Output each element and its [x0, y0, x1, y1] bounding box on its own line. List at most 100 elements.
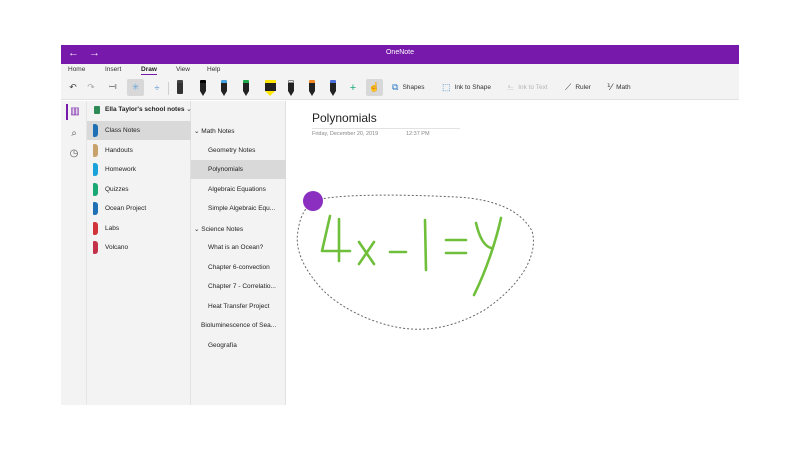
pen-light-blue[interactable] [220, 80, 228, 96]
ruler-icon: ⟋ [565, 82, 572, 92]
select-text-icon: ꟷI [109, 84, 117, 91]
section-color-tab [93, 202, 98, 215]
select-text-button[interactable]: ꟷI [105, 79, 121, 96]
page-item[interactable]: What is an Ocean? [191, 238, 286, 257]
page-label: Chapter 7 - Correlatio... [208, 283, 276, 290]
section-color-tab [93, 143, 98, 157]
note-canvas[interactable]: Polynomials Friday, December 20, 2019 12… [286, 101, 739, 405]
menu-draw[interactable]: Draw [141, 66, 157, 75]
ink-letter-y-1 [474, 221, 493, 250]
page-item[interactable]: Heat Transfer Project [191, 297, 286, 316]
section-color-tab [93, 182, 98, 196]
redo-button[interactable]: ↷ [85, 79, 97, 96]
ruler-button[interactable]: ⟋ Ruler [565, 79, 591, 96]
menu-bar: Home Insert Draw View Help [61, 64, 739, 76]
ink-to-shape-icon: ⬚ [442, 82, 451, 92]
menu-view[interactable]: View [176, 66, 190, 73]
ink-to-text-button[interactable]: ⎁ Ink to Text [507, 79, 548, 96]
page-label: Polynomials [208, 166, 244, 173]
redo-icon: ↷ [87, 82, 95, 92]
page-label: Heat Transfer Project [208, 302, 270, 310]
section-item[interactable]: Handouts [87, 141, 191, 160]
pen-orange[interactable] [308, 80, 316, 96]
undo-button[interactable]: ↶ [67, 79, 79, 96]
page-label: What is an Ocean? [208, 244, 264, 251]
section-item[interactable]: Class Notes [87, 121, 191, 140]
recent-clock-icon[interactable]: ◷ [66, 146, 82, 162]
add-space-button[interactable]: ÷ [150, 79, 164, 96]
page-item[interactable]: Bioluminescence of Sea... [191, 316, 286, 335]
ink-to-shape-button[interactable]: ⬚ Ink to Shape [442, 79, 491, 96]
highlighter-yellow[interactable] [264, 80, 278, 96]
page-label: Algebraic Equations [208, 185, 266, 193]
notebook-name: Ella Taylor's school notes [105, 106, 185, 113]
section-label: Volcano [105, 244, 129, 251]
page-label: Bioluminescence of Sea... [201, 322, 277, 329]
ink-drawing[interactable] [286, 101, 739, 405]
pen-green[interactable] [242, 80, 250, 96]
page-group-header: ⌄ Math Notes [194, 127, 235, 135]
ink-digit-four [320, 214, 352, 253]
notebook-icon [94, 106, 100, 114]
page-group[interactable]: ⌄ Science Notes [191, 219, 286, 238]
add-space-icon: ÷ [154, 82, 160, 93]
app-title: OneNote [385, 49, 415, 56]
lasso-select-icon: ✳ [131, 82, 140, 92]
plus-icon: + [349, 81, 357, 94]
notebooks-icon[interactable]: ▥ [66, 104, 82, 120]
pages-pane: ⌄ Math Notes Geometry Notes Polynomials Alg… [191, 101, 286, 405]
menu-home[interactable]: Home [68, 66, 85, 73]
add-pen-button[interactable]: + [347, 79, 359, 96]
onenote-window: ← → OneNote Home Insert Draw View Help ↶… [61, 45, 739, 405]
section-label: Ocean Project [105, 205, 147, 212]
page-label: Chapter 6-convection [208, 263, 270, 271]
ink-to-text-icon: ⎁ [507, 82, 515, 92]
touch-draw-icon: ☝ [368, 82, 381, 92]
eraser-tool[interactable] [176, 80, 184, 96]
page-group[interactable]: ⌄ Math Notes [191, 121, 286, 140]
section-item[interactable]: Homework [87, 160, 191, 179]
page-item[interactable]: Geometry Notes [191, 141, 286, 160]
section-label: Class Notes [105, 127, 141, 134]
page-group-header: ⌄ Science Notes [194, 225, 243, 233]
page-item[interactable]: Chapter 7 - Correlatio... [191, 277, 286, 296]
section-label: Quizzes [105, 185, 129, 193]
pen-white[interactable] [287, 80, 295, 96]
touch-draw-button[interactable]: ☝ [366, 79, 383, 96]
math-icon: ⅟ [607, 82, 613, 92]
page-label: Geometry Notes [208, 146, 256, 154]
section-item[interactable]: Volcano [87, 238, 191, 257]
section-item[interactable]: Quizzes [87, 180, 191, 199]
page-label: Simple Algebraic Equ... [208, 205, 276, 212]
undo-icon: ↶ [69, 82, 77, 92]
section-label: Labs [105, 224, 120, 232]
lasso-select-button[interactable]: ✳ [127, 79, 144, 96]
section-item[interactable]: Labs [87, 219, 191, 238]
math-button[interactable]: ⅟ Math [607, 79, 631, 96]
selection-handle [303, 191, 323, 211]
page-label: Geografía [208, 341, 237, 349]
search-icon[interactable]: ⌕ [66, 126, 82, 142]
page-item[interactable]: Chapter 6-convection [191, 258, 286, 277]
section-item[interactable]: Ocean Project [87, 199, 191, 218]
lasso-selection-outline [296, 194, 534, 330]
section-color-tab [93, 241, 98, 254]
title-bar: ← → OneNote [61, 45, 739, 64]
page-item[interactable]: Simple Algebraic Equ... [191, 199, 286, 218]
menu-help[interactable]: Help [207, 66, 220, 73]
page-item[interactable]: Algebraic Equations [191, 180, 286, 199]
ink-digit-one [423, 218, 428, 272]
menu-insert[interactable]: Insert [105, 66, 121, 73]
section-label: Handouts [105, 146, 133, 154]
sections-pane: Ella Taylor's school notes ⌄ ≡ Class Not… [87, 101, 298, 405]
shapes-button[interactable]: ⧉ Shapes [392, 79, 424, 96]
section-color-tab [93, 163, 98, 176]
page-group-label: Science Notes [201, 225, 244, 233]
pen-blue[interactable] [329, 80, 337, 96]
pen-black[interactable] [199, 80, 207, 96]
page-item[interactable]: Polynomials [191, 160, 286, 179]
section-label: Homework [105, 166, 137, 173]
draw-toolbar: ↶ ↷ ꟷI ✳ ÷ + ☝ ⧉ Shapes ⬚ Ink to Shape ⎁… [61, 76, 739, 100]
section-color-tab [93, 124, 98, 137]
page-item[interactable]: Geografía [191, 336, 286, 355]
